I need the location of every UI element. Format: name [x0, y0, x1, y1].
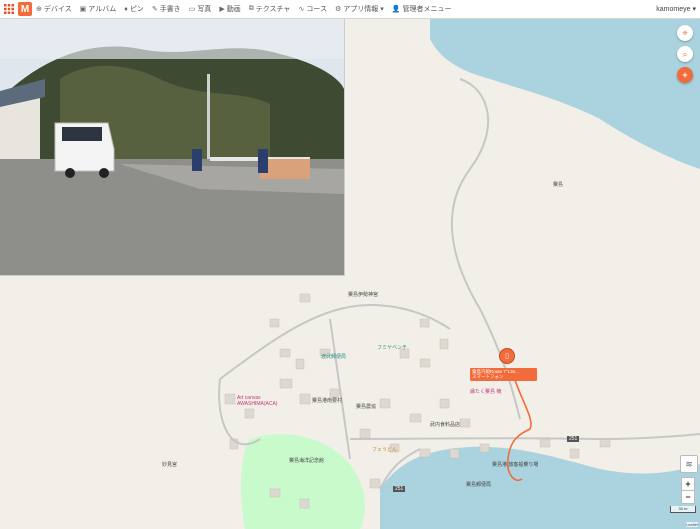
photo-image	[0, 19, 344, 275]
search-icon[interactable]: ⌕	[677, 46, 693, 62]
nav-label: テクスチャ	[255, 6, 291, 13]
app-logo[interactable]: M	[18, 2, 32, 16]
video-icon: ▶	[219, 6, 225, 13]
user-name: kamomeye	[656, 5, 691, 13]
nav-label: 管理者メニュー	[402, 6, 452, 13]
label-udon: フェうどん	[372, 447, 398, 453]
nav-course[interactable]: ∿ コース	[298, 4, 327, 14]
photo-icon: ▭	[188, 6, 196, 13]
route-icon: ∿	[298, 6, 305, 13]
nav-devices[interactable]: ⊕ デバイス	[36, 4, 72, 14]
nav-video[interactable]: ▶ 動画	[219, 4, 240, 14]
nav-label: アプリ情報	[343, 6, 379, 13]
nav-label: ピン	[129, 6, 144, 13]
layers-icon[interactable]: ≋	[680, 455, 698, 473]
album-icon: ▣	[79, 6, 87, 13]
smartphone-marker-icon[interactable]: ▯	[499, 348, 515, 364]
add-button[interactable]: +	[677, 67, 693, 83]
nav-app-info[interactable]: ⚙ アプリ情報 ▾	[335, 4, 384, 14]
chevron-down-icon: ▾	[380, 6, 384, 13]
label-post-2: 粟島郵便局	[466, 482, 492, 488]
label-kyodo: 粟島港南要村	[312, 398, 343, 404]
route-shield: 251	[393, 486, 406, 492]
nav-label: コース	[306, 6, 327, 13]
app-grid-icon[interactable]	[0, 0, 18, 18]
nav-label: 手書き	[159, 6, 181, 13]
user-icon: 👤	[391, 6, 401, 13]
nav-album[interactable]: ▣ アルバム	[80, 4, 117, 14]
main-nav: ⊕ デバイス ▣ アルバム ♦ ピン ✎ 手書き ▭ 写真 ▶ 動画 ⧉ テクスチャ ∿ コース…	[36, 4, 451, 14]
popup-subtitle: スマートフォン	[472, 374, 504, 379]
user-menu[interactable]: kamomeye ▾	[656, 0, 696, 18]
pin-icon: ♦	[124, 5, 128, 13]
globe-icon: ⊕	[36, 6, 42, 13]
nav-admin-menu[interactable]: 👤 管理者メニュー	[392, 4, 452, 14]
label-art-canvas: Art canvas AWASHIMA(ACA)	[237, 395, 278, 407]
scale-bar: 30 m	[670, 506, 696, 513]
route-shield: 251	[567, 436, 580, 442]
nav-label: 写真	[197, 6, 212, 13]
nav-label: アルバム	[88, 6, 117, 13]
nav-label: デバイス	[43, 6, 72, 13]
zoom-in-button[interactable]: +	[681, 477, 695, 491]
device-popup[interactable]: 粟島汽船Route 7°13e... スマートフォン	[470, 368, 537, 381]
pencil-icon: ✎	[151, 6, 158, 13]
label-museum: 粟島海洋記念館	[289, 458, 325, 464]
label-post-office: 渡武郵便局	[321, 354, 347, 360]
chevron-down-icon: ▾	[692, 6, 696, 13]
label-nokyo: 粟島農協	[356, 404, 377, 410]
label-awashima: 粟島	[553, 182, 564, 188]
nav-pin[interactable]: ♦ ピン	[124, 4, 144, 14]
zoom-out-button[interactable]: −	[681, 490, 695, 504]
texture-icon: ⧉	[248, 5, 254, 12]
map-attribution[interactable]: Leaflet	[685, 522, 698, 527]
label-port: 粟島港 旅客船乗り場	[492, 462, 539, 468]
nav-texture[interactable]: ⧉ テクスチャ	[249, 4, 291, 14]
locate-me-icon[interactable]: ⌖	[677, 25, 693, 41]
top-navbar: M ⊕ デバイス ▣ アルバム ♦ ピン ✎ 手書き ▭ 写真 ▶ 動画 ⧉ テクスチャ ∿ コ…	[0, 0, 700, 19]
label-shrine: 粟島伊勢神宮	[348, 292, 379, 298]
photo-overlay[interactable]	[0, 19, 345, 276]
nav-photo[interactable]: ▭ 写真	[189, 4, 212, 14]
gear-icon: ⚙	[334, 6, 342, 13]
label-myoken: 妙見宮	[162, 462, 178, 468]
label-sushi: 縁たく粟島 楠	[470, 389, 502, 395]
nav-label: 動画	[226, 6, 241, 13]
label-fumiya-bench: フミヤベンチ	[377, 345, 408, 351]
nav-handwriting[interactable]: ✎ 手書き	[152, 4, 181, 14]
label-takeuchi: 武内食料品店	[430, 422, 461, 428]
